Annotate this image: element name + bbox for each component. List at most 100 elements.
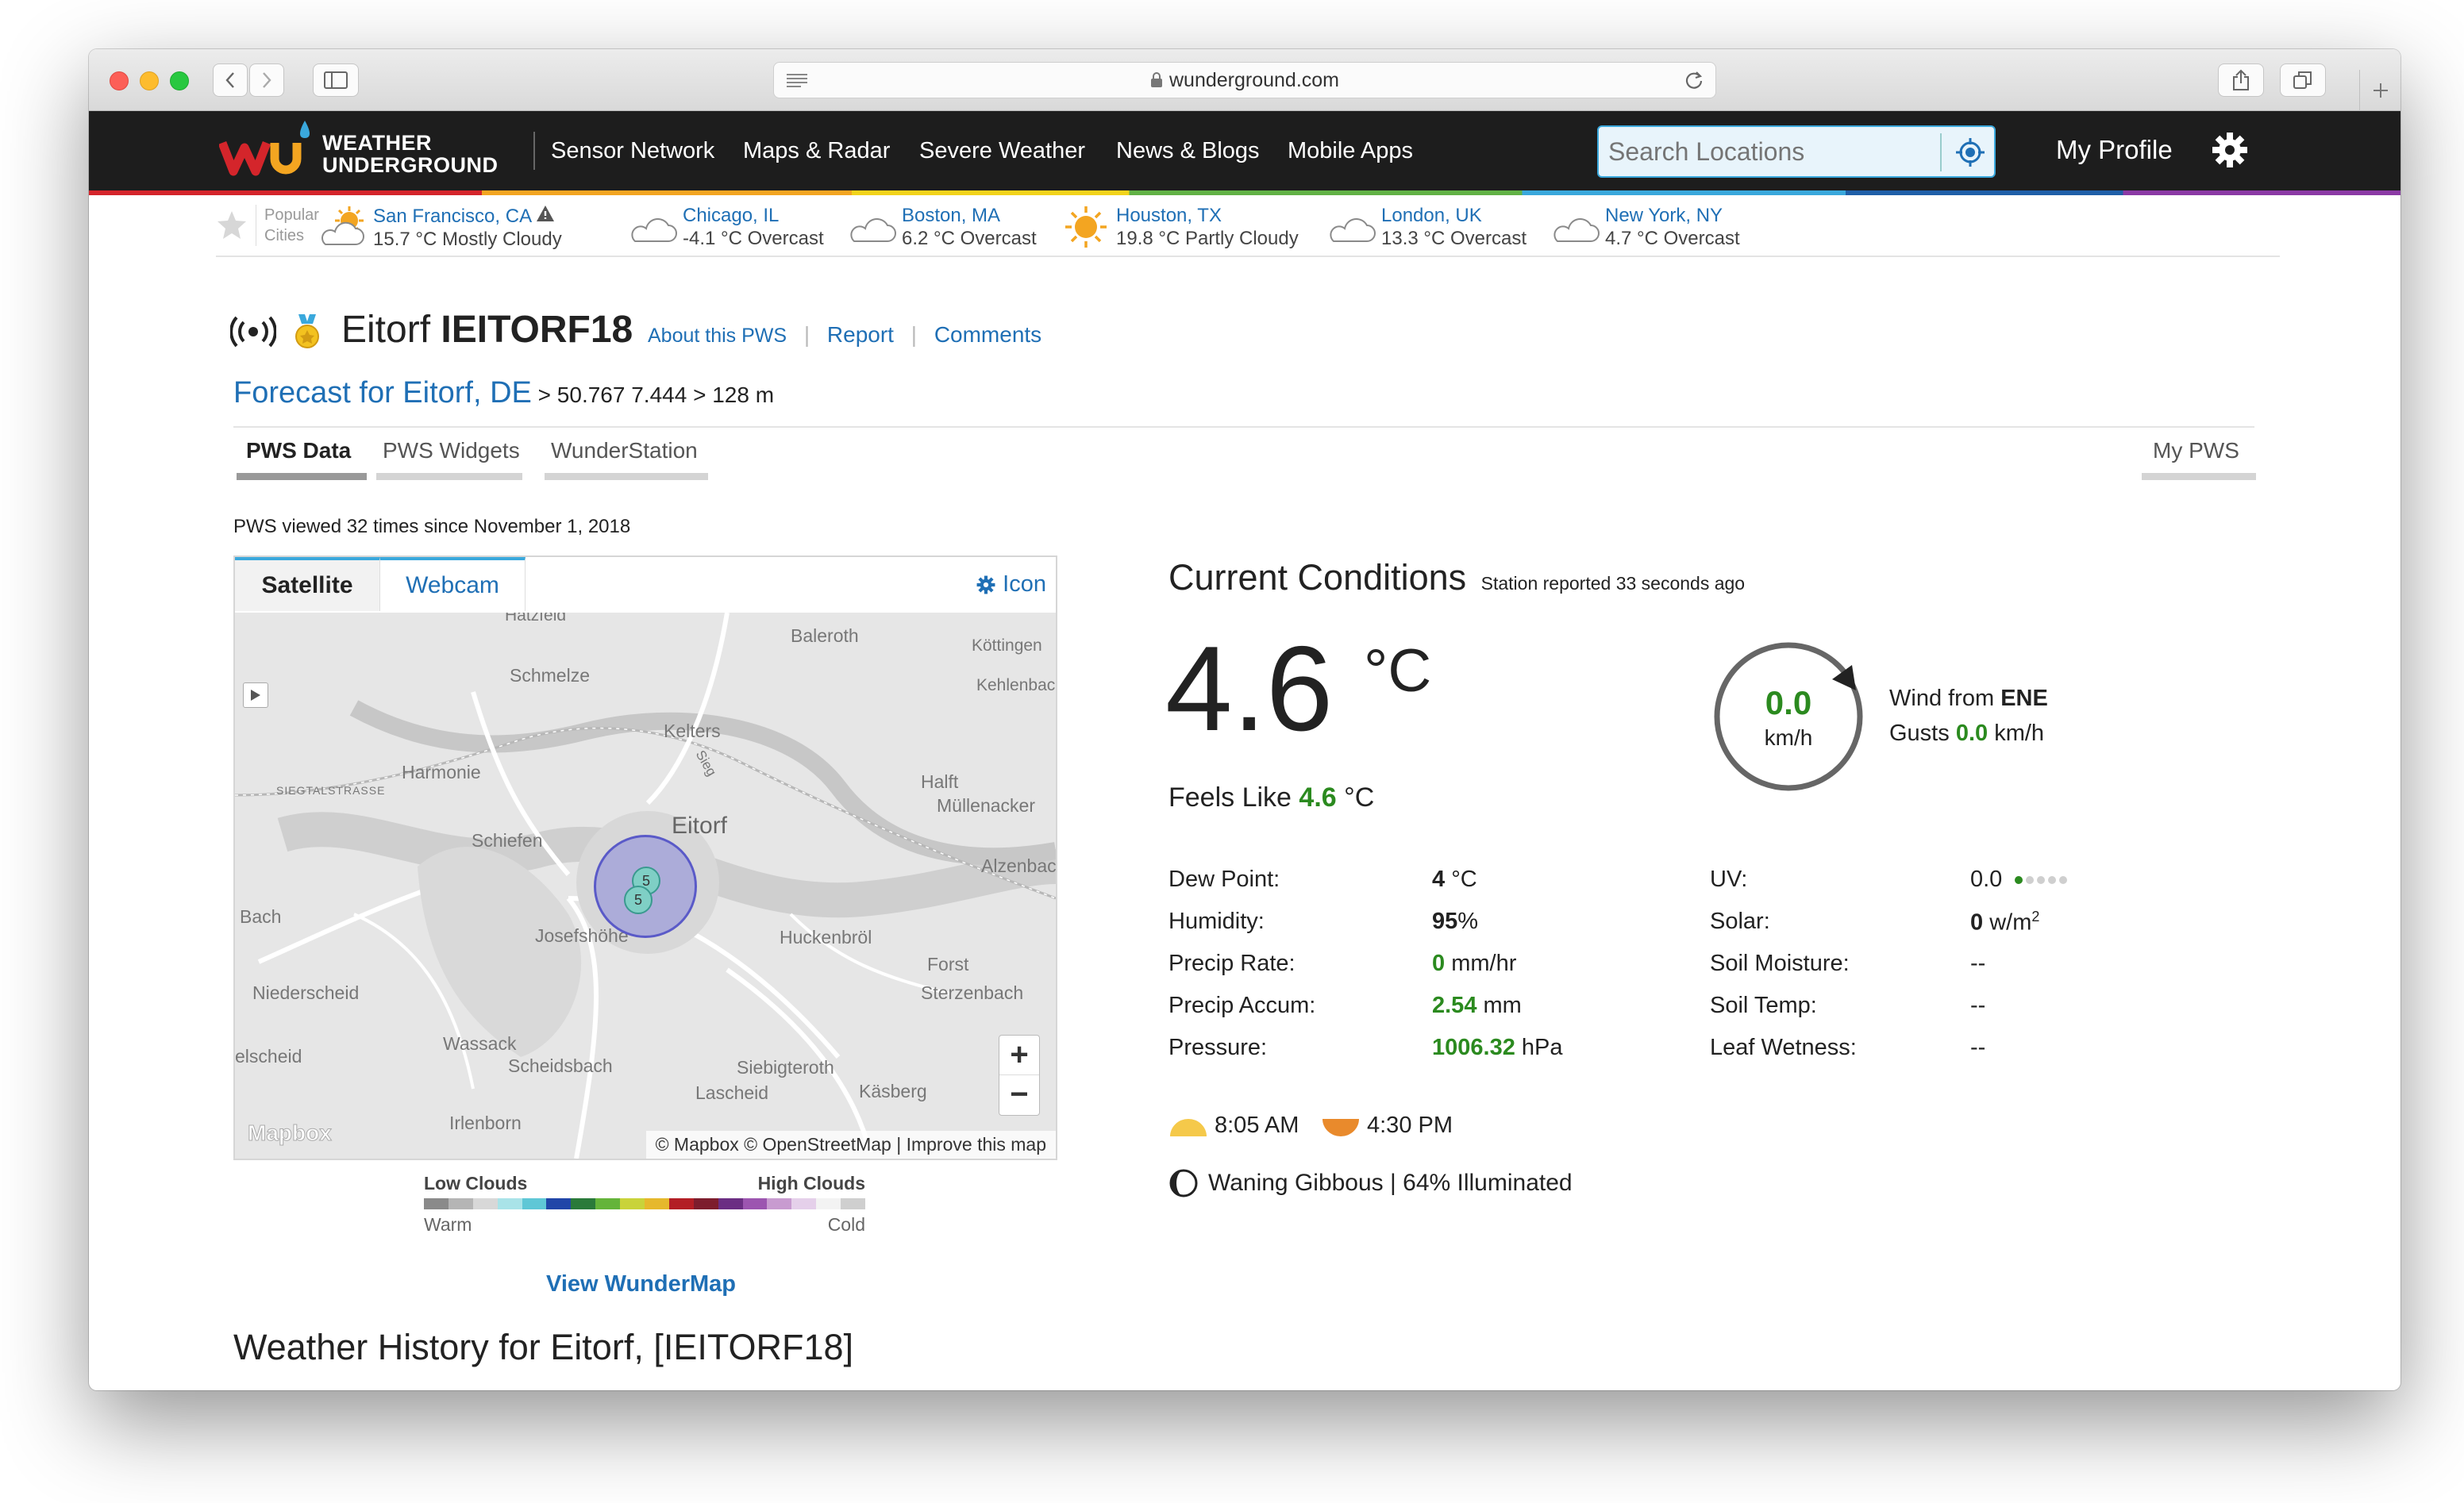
city-houston[interactable]: Houston, TX 19.8 °C Partly Cloudy [1062,205,1299,251]
uv-dot [2015,875,2023,884]
map-tab-satellite-label: Satellite [261,572,353,598]
uv-dot [2048,875,2057,884]
solar-value: 0 w/m2 [1970,909,2039,936]
map-zoom-controls: + − [999,1035,1040,1116]
minimize-window-button[interactable] [140,71,159,90]
soil-temp-label: Soil Temp: [1710,993,1817,1018]
map-label: Müllenacker [937,795,1035,816]
weather-history-title: Weather History for Eitorf, [IEITORF18] [233,1327,854,1367]
leaf-wetness-label: Leaf Wetness: [1710,1035,1857,1060]
forward-button[interactable] [249,63,284,97]
legend-high-clouds: High Clouds [757,1173,865,1194]
popular-label-1: Popular [264,206,319,224]
nav-severe-weather[interactable]: Severe Weather [919,138,1085,164]
locate-icon[interactable] [1954,136,1986,168]
map-tab-webcam[interactable]: Webcam [379,557,526,611]
reader-icon [787,74,807,87]
city-boston[interactable]: Boston, MA 6.2 °C Overcast [848,205,1037,251]
map-label: Sieg [692,748,720,779]
plus-icon [2373,83,2388,98]
map-label: Baleroth [791,625,859,646]
wind-from-dir: ENE [2000,686,2048,711]
search-box[interactable] [1597,125,1996,178]
current-temp-unit: °C [1364,637,1432,705]
share-icon [2233,69,2249,90]
tab-pws-widgets[interactable]: PWS Widgets [383,438,520,463]
moon-phase-text: Waning Gibbous | 64% Illuminated [1208,1170,1573,1196]
nav-maps-radar[interactable]: Maps & Radar [743,138,890,164]
tab-pws-data[interactable]: PWS Data [246,438,351,463]
map-icon-label: Icon [1003,571,1046,597]
dew-point-unit: °C [1451,867,1477,892]
tab-underline [545,473,708,480]
sidebar-button[interactable] [313,63,359,97]
city-london[interactable]: London, UK 13.3 °C Overcast [1327,205,1527,251]
map-icon-settings[interactable]: Icon [976,571,1046,598]
cloud-legend: Low Clouds High Clouds Warm Cold [424,1173,866,1241]
map-label: elscheid [235,1046,302,1067]
pws-views-text: PWS viewed 32 times since November 1, 20… [233,516,631,537]
cloud-icon [850,217,896,242]
tab-underline [376,473,522,480]
legend-swatch [472,1198,498,1209]
nav-mobile-apps[interactable]: Mobile Apps [1288,138,1413,164]
map-tab-satellite[interactable]: Satellite [235,557,379,611]
conditions-title: Current Conditions [1168,557,1467,598]
report-link[interactable]: Report [827,322,894,347]
precip-accum-number: 2.54 [1432,993,1477,1018]
dew-point-value: 4 °C [1432,867,1477,893]
station-marker[interactable]: 5 [624,886,653,914]
address-bar[interactable]: wunderground.com [773,62,1716,98]
map-attribution[interactable]: © Mapbox © OpenStreetMap | Improve this … [645,1131,1056,1159]
cloud-icon [1553,217,1600,242]
city-new-york[interactable]: New York, NY 4.7 °C Overcast [1551,205,1740,251]
nav-sensor-network[interactable]: Sensor Network [551,138,714,164]
city-chicago[interactable]: Chicago, IL -4.1 °C Overcast [629,205,824,251]
forecast-link[interactable]: Forecast for Eitorf, DE [233,376,532,409]
map-attribution-text: © Mapbox © OpenStreetMap | Improve this … [655,1134,1046,1155]
nav-news-blogs[interactable]: News & Blogs [1116,138,1260,164]
lock-icon [1150,72,1162,87]
new-tab-button[interactable] [2359,70,2400,111]
legend-swatch [571,1198,596,1209]
header-color-strip [89,190,2400,195]
view-wundermap-link[interactable]: View WunderMap [546,1271,736,1297]
legend-swatch [718,1198,743,1209]
comments-link[interactable]: Comments [934,322,1041,347]
share-button[interactable] [2218,63,2264,97]
precip-rate-value: 0 mm/hr [1432,951,1516,977]
chevron-left-icon [225,72,234,88]
about-pws-link[interactable]: About this PWS [648,325,787,347]
search-input[interactable] [1608,135,1942,168]
city-weather: 4.7 °C Overcast [1605,228,1740,249]
close-window-button[interactable] [110,71,129,90]
star-icon[interactable] [216,209,248,241]
sunrise-time: 8:05 AM [1215,1113,1299,1138]
city-san-francisco[interactable]: San Francisco, CA 15.7 °C Mostly Cloudy [319,205,562,252]
map-zoom-in-button[interactable]: + [999,1036,1039,1075]
conditions-header: Current Conditions Station reported 33 s… [1168,557,1745,598]
tabs-overview-button[interactable] [2280,63,2326,97]
map-canvas[interactable]: Hatzfeld Baleroth Köttingen Kehlenbach S… [235,613,1056,1159]
map-label: Eitorf [672,813,728,839]
zoom-window-button[interactable] [170,71,189,90]
map-label: Schmelze [510,665,590,686]
dew-point-label: Dew Point: [1168,867,1280,892]
reload-icon[interactable] [1684,70,1704,90]
pressure-number: 1006.32 [1432,1035,1515,1060]
map-zoom-out-button[interactable]: − [999,1075,1039,1115]
wu-logo[interactable]: WEATHER UNDERGROUND [219,119,513,183]
tab-wunderstation[interactable]: WunderStation [551,438,698,463]
my-profile-link[interactable]: My Profile [2056,135,2173,165]
legend-swatch [668,1198,694,1209]
map-label: SIEGTALSTRASSE [276,784,386,797]
legend-swatch [595,1198,621,1209]
precip-accum-value: 2.54 mm [1432,993,1522,1019]
precip-rate-label: Precip Rate: [1168,951,1296,976]
tab-my-pws[interactable]: My PWS [2153,438,2239,463]
gear-icon[interactable] [2210,130,2250,170]
forecast-line: Forecast for Eitorf, DE > 50.767 7.444 >… [233,376,774,410]
sunset-time: 4:30 PM [1367,1113,1453,1138]
legend-swatch [693,1198,718,1209]
back-button[interactable] [213,63,248,97]
